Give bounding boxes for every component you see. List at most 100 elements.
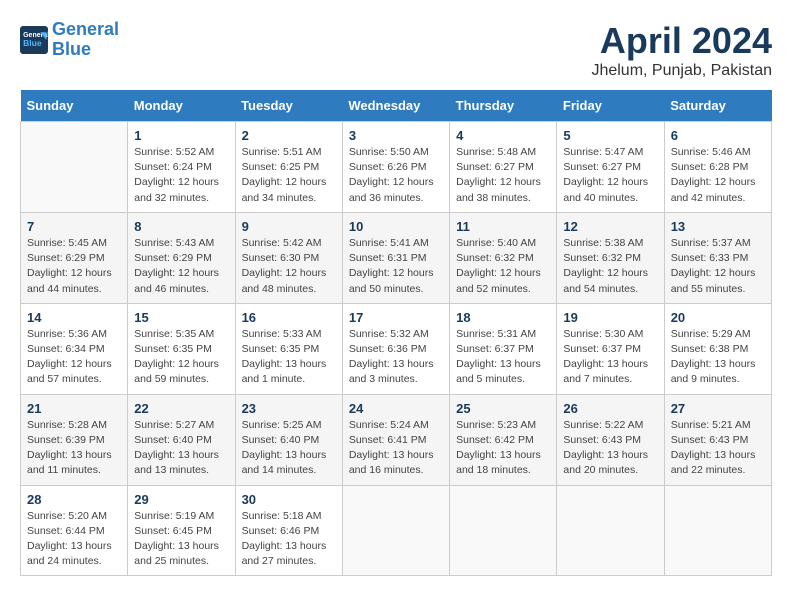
day-info: Sunrise: 5:28 AM Sunset: 6:39 PM Dayligh… xyxy=(27,418,121,479)
calendar-cell: 19 Sunrise: 5:30 AM Sunset: 6:37 PM Dayli… xyxy=(557,303,664,394)
calendar-cell: 16 Sunrise: 5:33 AM Sunset: 6:35 PM Dayli… xyxy=(235,303,342,394)
calendar-cell xyxy=(21,122,128,213)
day-number: 29 xyxy=(134,492,228,507)
calendar-cell: 2 Sunrise: 5:51 AM Sunset: 6:25 PM Daylig… xyxy=(235,122,342,213)
logo: General Blue General Blue xyxy=(20,20,119,60)
day-number: 28 xyxy=(27,492,121,507)
day-number: 22 xyxy=(134,401,228,416)
calendar-cell: 9 Sunrise: 5:42 AM Sunset: 6:30 PM Daylig… xyxy=(235,212,342,303)
day-info: Sunrise: 5:40 AM Sunset: 6:32 PM Dayligh… xyxy=(456,236,550,297)
calendar-cell: 21 Sunrise: 5:28 AM Sunset: 6:39 PM Dayli… xyxy=(21,394,128,485)
weekday-header-friday: Friday xyxy=(557,90,664,122)
main-title: April 2024 xyxy=(591,20,772,62)
day-number: 20 xyxy=(671,310,765,325)
day-info: Sunrise: 5:51 AM Sunset: 6:25 PM Dayligh… xyxy=(242,145,336,206)
day-info: Sunrise: 5:33 AM Sunset: 6:35 PM Dayligh… xyxy=(242,327,336,388)
calendar-cell: 6 Sunrise: 5:46 AM Sunset: 6:28 PM Daylig… xyxy=(664,122,771,213)
calendar-cell: 13 Sunrise: 5:37 AM Sunset: 6:33 PM Dayli… xyxy=(664,212,771,303)
day-number: 12 xyxy=(563,219,657,234)
day-info: Sunrise: 5:21 AM Sunset: 6:43 PM Dayligh… xyxy=(671,418,765,479)
calendar-cell: 8 Sunrise: 5:43 AM Sunset: 6:29 PM Daylig… xyxy=(128,212,235,303)
day-number: 3 xyxy=(349,128,443,143)
day-info: Sunrise: 5:43 AM Sunset: 6:29 PM Dayligh… xyxy=(134,236,228,297)
calendar-cell: 22 Sunrise: 5:27 AM Sunset: 6:40 PM Dayli… xyxy=(128,394,235,485)
day-number: 19 xyxy=(563,310,657,325)
day-number: 7 xyxy=(27,219,121,234)
calendar-cell: 1 Sunrise: 5:52 AM Sunset: 6:24 PM Daylig… xyxy=(128,122,235,213)
day-number: 11 xyxy=(456,219,550,234)
day-info: Sunrise: 5:45 AM Sunset: 6:29 PM Dayligh… xyxy=(27,236,121,297)
calendar-cell: 11 Sunrise: 5:40 AM Sunset: 6:32 PM Dayli… xyxy=(450,212,557,303)
day-info: Sunrise: 5:27 AM Sunset: 6:40 PM Dayligh… xyxy=(134,418,228,479)
logo-icon: General Blue xyxy=(20,26,48,54)
day-number: 9 xyxy=(242,219,336,234)
day-number: 2 xyxy=(242,128,336,143)
calendar-cell: 4 Sunrise: 5:48 AM Sunset: 6:27 PM Daylig… xyxy=(450,122,557,213)
calendar-cell xyxy=(450,485,557,576)
day-number: 16 xyxy=(242,310,336,325)
day-info: Sunrise: 5:46 AM Sunset: 6:28 PM Dayligh… xyxy=(671,145,765,206)
day-info: Sunrise: 5:37 AM Sunset: 6:33 PM Dayligh… xyxy=(671,236,765,297)
subtitle: Jhelum, Punjab, Pakistan xyxy=(591,62,772,80)
day-number: 21 xyxy=(27,401,121,416)
calendar-cell: 18Sunrise: 5:31 AM Sunset: 6:37 PM Dayli… xyxy=(450,303,557,394)
calendar-cell xyxy=(664,485,771,576)
day-number: 10 xyxy=(349,219,443,234)
day-number: 1 xyxy=(134,128,228,143)
day-info: Sunrise: 5:25 AM Sunset: 6:40 PM Dayligh… xyxy=(242,418,336,479)
day-number: 26 xyxy=(563,401,657,416)
calendar-cell: 23 Sunrise: 5:25 AM Sunset: 6:40 PM Dayli… xyxy=(235,394,342,485)
calendar-cell: 28 Sunrise: 5:20 AM Sunset: 6:44 PM Dayli… xyxy=(21,485,128,576)
day-info: Sunrise: 5:48 AM Sunset: 6:27 PM Dayligh… xyxy=(456,145,550,206)
calendar-cell: 10 Sunrise: 5:41 AM Sunset: 6:31 PM Dayli… xyxy=(342,212,449,303)
calendar-cell: 14 Sunrise: 5:36 AM Sunset: 6:34 PM Dayli… xyxy=(21,303,128,394)
day-info: Sunrise: 5:18 AM Sunset: 6:46 PM Dayligh… xyxy=(242,509,336,570)
day-number: 14 xyxy=(27,310,121,325)
weekday-header-sunday: Sunday xyxy=(21,90,128,122)
day-info: Sunrise: 5:20 AM Sunset: 6:44 PM Dayligh… xyxy=(27,509,121,570)
day-number: 24 xyxy=(349,401,443,416)
weekday-header-saturday: Saturday xyxy=(664,90,771,122)
calendar-cell xyxy=(557,485,664,576)
header: General Blue General Blue April 2024 Jhe… xyxy=(20,20,772,80)
day-info: Sunrise: 5:52 AM Sunset: 6:24 PM Dayligh… xyxy=(134,145,228,206)
title-area: April 2024 Jhelum, Punjab, Pakistan xyxy=(591,20,772,80)
day-info: Sunrise: 5:50 AM Sunset: 6:26 PM Dayligh… xyxy=(349,145,443,206)
day-number: 8 xyxy=(134,219,228,234)
day-info: Sunrise: 5:22 AM Sunset: 6:43 PM Dayligh… xyxy=(563,418,657,479)
day-info: Sunrise: 5:38 AM Sunset: 6:32 PM Dayligh… xyxy=(563,236,657,297)
calendar-table: SundayMondayTuesdayWednesdayThursdayFrid… xyxy=(20,90,772,576)
day-info: Sunrise: 5:29 AM Sunset: 6:38 PM Dayligh… xyxy=(671,327,765,388)
day-info: Sunrise: 5:30 AM Sunset: 6:37 PM Dayligh… xyxy=(563,327,657,388)
day-info: Sunrise: 5:41 AM Sunset: 6:31 PM Dayligh… xyxy=(349,236,443,297)
day-info: Sunrise: 5:36 AM Sunset: 6:34 PM Dayligh… xyxy=(27,327,121,388)
calendar-cell: 17 Sunrise: 5:32 AM Sunset: 6:36 PM Dayli… xyxy=(342,303,449,394)
calendar-cell: 12 Sunrise: 5:38 AM Sunset: 6:32 PM Dayli… xyxy=(557,212,664,303)
day-info: Sunrise: 5:32 AM Sunset: 6:36 PM Dayligh… xyxy=(349,327,443,388)
day-info: Sunrise: 5:24 AM Sunset: 6:41 PM Dayligh… xyxy=(349,418,443,479)
calendar-cell: 27 Sunrise: 5:21 AM Sunset: 6:43 PM Dayli… xyxy=(664,394,771,485)
calendar-cell: 26 Sunrise: 5:22 AM Sunset: 6:43 PM Dayli… xyxy=(557,394,664,485)
day-number: 25 xyxy=(456,401,550,416)
calendar-cell: 24 Sunrise: 5:24 AM Sunset: 6:41 PM Dayli… xyxy=(342,394,449,485)
calendar-cell: 5 Sunrise: 5:47 AM Sunset: 6:27 PM Daylig… xyxy=(557,122,664,213)
day-info: Sunrise: 5:19 AM Sunset: 6:45 PM Dayligh… xyxy=(134,509,228,570)
weekday-header-tuesday: Tuesday xyxy=(235,90,342,122)
day-number: 23 xyxy=(242,401,336,416)
day-number: 18 xyxy=(456,310,550,325)
day-number: 17 xyxy=(349,310,443,325)
day-number: 4 xyxy=(456,128,550,143)
day-number: 15 xyxy=(134,310,228,325)
calendar-cell xyxy=(342,485,449,576)
day-number: 5 xyxy=(563,128,657,143)
day-info: Sunrise: 5:47 AM Sunset: 6:27 PM Dayligh… xyxy=(563,145,657,206)
day-number: 30 xyxy=(242,492,336,507)
svg-text:Blue: Blue xyxy=(23,38,42,48)
day-number: 27 xyxy=(671,401,765,416)
day-number: 13 xyxy=(671,219,765,234)
day-info: Sunrise: 5:35 AM Sunset: 6:35 PM Dayligh… xyxy=(134,327,228,388)
calendar-cell: 7 Sunrise: 5:45 AM Sunset: 6:29 PM Daylig… xyxy=(21,212,128,303)
day-info: Sunrise: 5:42 AM Sunset: 6:30 PM Dayligh… xyxy=(242,236,336,297)
day-number: 6 xyxy=(671,128,765,143)
calendar-cell: 3 Sunrise: 5:50 AM Sunset: 6:26 PM Daylig… xyxy=(342,122,449,213)
